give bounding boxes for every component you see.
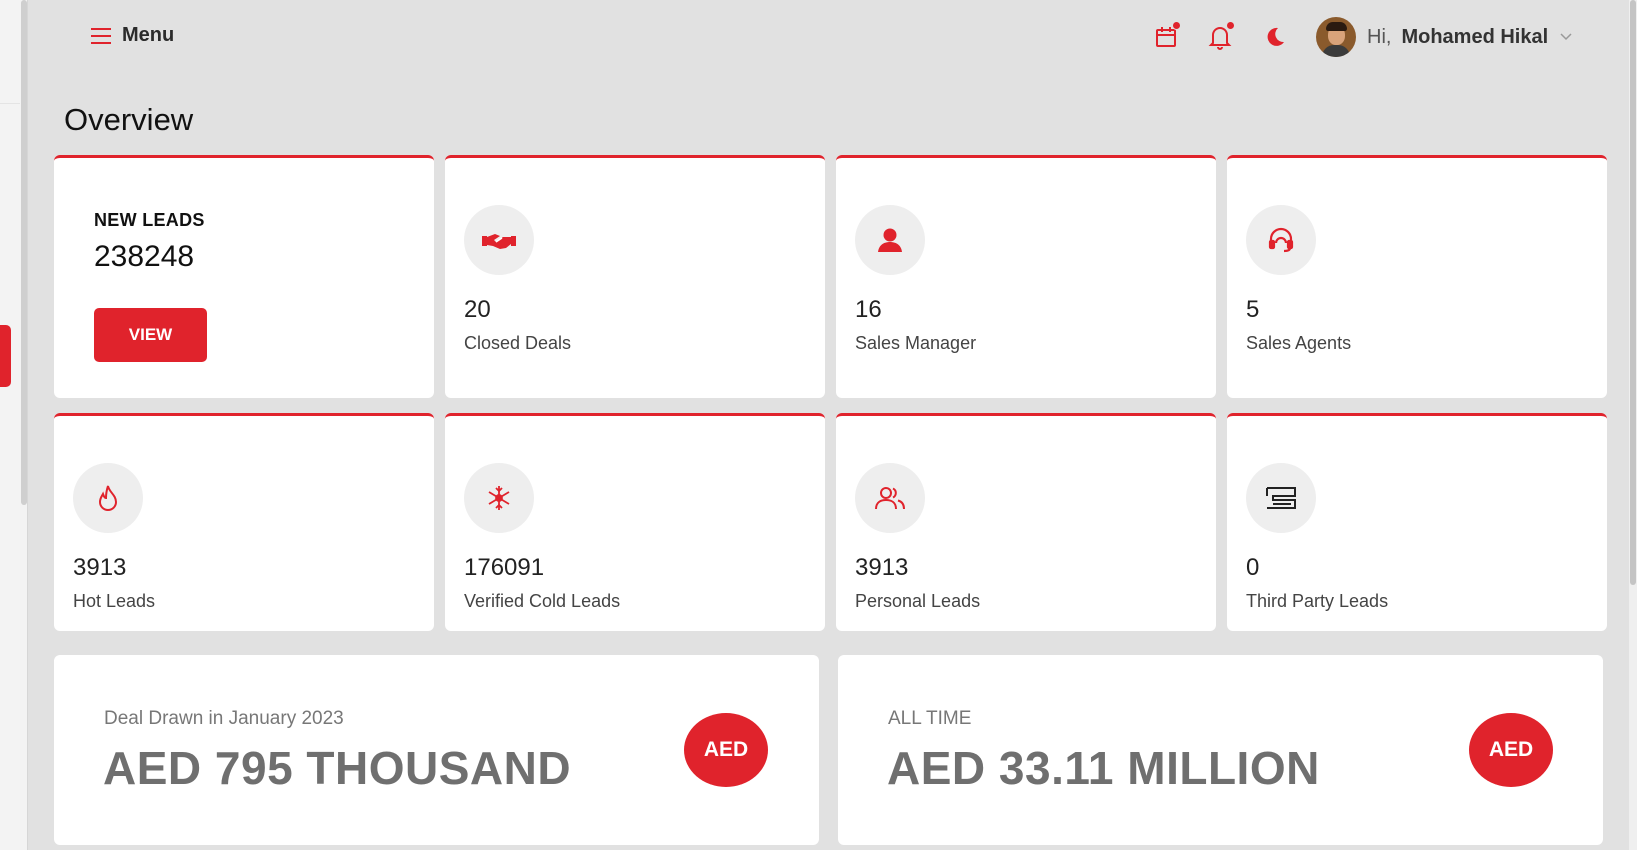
verified-cold-leads-value: 176091: [464, 554, 545, 581]
snowflake-icon: [488, 486, 510, 510]
menu-button[interactable]: Menu: [90, 24, 174, 47]
sales-agents-card[interactable]: 5 Sales Agents: [1227, 155, 1607, 398]
sidebar-toggle-tab[interactable]: [0, 325, 11, 387]
third-party-leads-card[interactable]: 0 Third Party Leads: [1227, 413, 1607, 631]
hot-leads-value: 3913: [73, 554, 127, 581]
greeting-text: Hi,: [1367, 25, 1392, 48]
sales-manager-value: 16: [855, 296, 882, 323]
sales-agents-value: 5: [1246, 296, 1260, 323]
all-time-deals-card: ALL TIME AED 33.11 MILLION AED: [838, 655, 1603, 845]
users-icon: [875, 487, 905, 510]
all-time-subtitle: ALL TIME: [888, 708, 972, 729]
sidebar-scrollbar[interactable]: [21, 0, 27, 505]
icon-circle: [1246, 463, 1316, 533]
new-leads-card: NEW LEADS 238248 VIEW: [54, 155, 434, 398]
monthly-deals-amount: AED 795 THOUSAND: [103, 742, 572, 794]
sales-manager-label: Sales Manager: [855, 333, 977, 353]
closed-deals-label: Closed Deals: [464, 333, 572, 353]
currency-badge: AED: [684, 713, 768, 787]
third-party-icon: [1266, 487, 1296, 509]
left-sidebar-edge: [0, 0, 28, 850]
calendar-button[interactable]: [1151, 21, 1181, 52]
top-header: Menu Hi, Mohamed Hikal: [28, 0, 1628, 78]
icon-circle: [855, 463, 925, 533]
closed-deals-card[interactable]: 20 Closed Deals: [445, 155, 825, 398]
bell-notification-dot: [1226, 21, 1235, 30]
icon-circle: [73, 463, 143, 533]
avatar[interactable]: [1316, 17, 1356, 57]
sales-agents-label: Sales Agents: [1246, 333, 1352, 353]
icon-circle: [464, 205, 534, 275]
hot-leads-label: Hot Leads: [73, 591, 156, 611]
page-title: Overview: [64, 102, 194, 137]
sales-manager-card[interactable]: 16 Sales Manager: [836, 155, 1216, 398]
personal-leads-card[interactable]: 3913 Personal Leads: [836, 413, 1216, 631]
dark-mode-toggle[interactable]: [1260, 22, 1290, 52]
all-time-amount: AED 33.11 MILLION: [887, 742, 1320, 794]
headset-icon: [1268, 227, 1294, 253]
new-leads-title: NEW LEADS: [94, 210, 205, 230]
new-leads-count: 238248: [94, 240, 195, 273]
personal-leads-label: Personal Leads: [855, 591, 981, 611]
scrollbar-thumb[interactable]: [1630, 0, 1636, 585]
user-icon: [878, 228, 902, 252]
verified-cold-leads-label: Verified Cold Leads: [464, 591, 621, 611]
third-party-leads-label: Third Party Leads: [1246, 591, 1389, 611]
view-new-leads-button[interactable]: VIEW: [94, 308, 207, 362]
page-scrollbar[interactable]: [1629, 0, 1637, 850]
handshake-icon: [482, 234, 516, 249]
calendar-notification-dot: [1172, 21, 1181, 30]
icon-circle: [464, 463, 534, 533]
notifications-button[interactable]: [1205, 21, 1235, 52]
moon-icon: [1267, 27, 1284, 46]
icon-circle: [855, 205, 925, 275]
monthly-deals-card: Deal Drawn in January 2023 AED 795 THOUS…: [54, 655, 819, 845]
currency-badge: AED: [1469, 713, 1553, 787]
hamburger-icon: [91, 27, 111, 44]
sidebar-divider: [0, 103, 20, 104]
hot-leads-card[interactable]: 3913 Hot Leads: [54, 413, 434, 631]
menu-label: Menu: [122, 24, 175, 46]
flame-icon: [98, 485, 118, 511]
closed-deals-value: 20: [464, 296, 491, 323]
verified-cold-leads-card[interactable]: 176091 Verified Cold Leads: [445, 413, 825, 631]
user-name: Mohamed Hikal: [1401, 25, 1549, 48]
personal-leads-value: 3913: [855, 554, 909, 581]
monthly-deals-subtitle: Deal Drawn in January 2023: [104, 708, 344, 729]
user-menu[interactable]: Hi, Mohamed Hikal: [1316, 17, 1572, 57]
chevron-down-icon[interactable]: [1560, 33, 1572, 41]
third-party-leads-value: 0: [1246, 554, 1260, 581]
icon-circle: [1246, 205, 1316, 275]
